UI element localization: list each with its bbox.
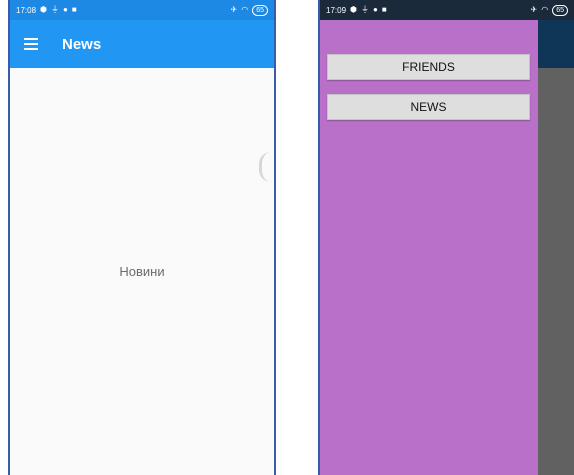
- app-bar: News: [10, 20, 274, 68]
- news-button[interactable]: NEWS: [327, 94, 530, 120]
- status-time: 17:09: [326, 5, 347, 15]
- chat-icon: ●: [373, 5, 378, 14]
- notification-icon: ■: [71, 5, 77, 14]
- usb-icon: ⏚: [361, 5, 370, 14]
- shield-icon: ⬢: [350, 5, 358, 14]
- airplane-icon: ✈: [230, 5, 238, 14]
- status-bar: 17:08 ⬢ ⏚ ● ■ ✈ ◠ 65: [10, 0, 274, 20]
- battery-indicator: 65: [552, 4, 568, 16]
- phone-screen-news: 17:08 ⬢ ⏚ ● ■ ✈ ◠ 65 News Новини: [8, 0, 276, 475]
- navigation-drawer: FRIENDS NEWS: [320, 20, 538, 475]
- phone-screen-drawer-open: 17:09 ⬢ ⏚ ● ■ ✈ ◠ 65 FRIENDS NEWS: [318, 0, 574, 475]
- airplane-icon: ✈: [530, 5, 538, 14]
- page-title: News: [62, 35, 102, 53]
- pull-refresh-indicator: [259, 152, 272, 182]
- shield-icon: ⬢: [40, 5, 48, 14]
- wifi-icon: ◠: [241, 5, 249, 14]
- usb-icon: ⏚: [51, 5, 60, 14]
- hamburger-menu-icon: [24, 38, 38, 50]
- battery-indicator: 65: [252, 4, 268, 16]
- notification-icon: ■: [381, 5, 387, 14]
- content-placeholder-text: Новини: [119, 264, 165, 279]
- status-time: 17:08: [16, 5, 37, 15]
- menu-button[interactable]: [10, 20, 52, 68]
- friends-button[interactable]: FRIENDS: [327, 54, 530, 80]
- wifi-icon: ◠: [541, 5, 549, 14]
- chat-icon: ●: [63, 5, 68, 14]
- status-bar: 17:09 ⬢ ⏚ ● ■ ✈ ◠ 65: [320, 0, 574, 20]
